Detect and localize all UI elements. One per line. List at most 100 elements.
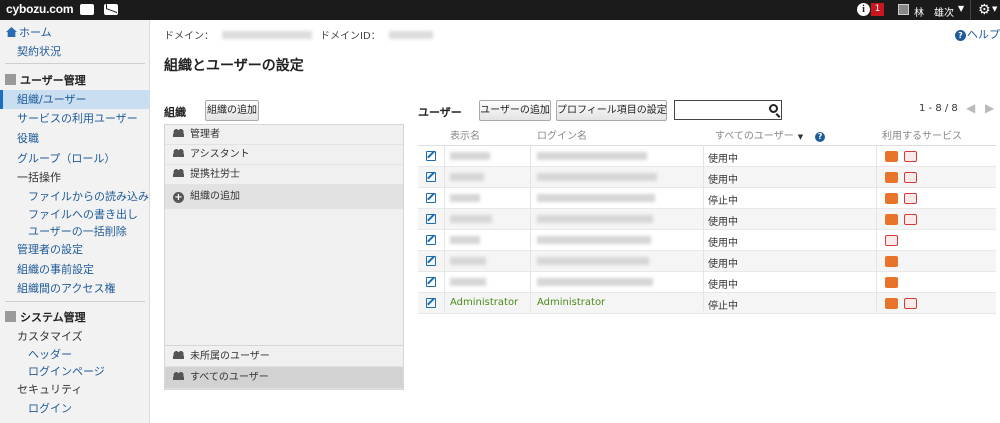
sidebar-item-login-page[interactable]: ログインページ bbox=[28, 363, 178, 379]
edit-icon[interactable] bbox=[426, 214, 436, 224]
sidebar-item-org-users[interactable]: 組織/ユーザー bbox=[0, 90, 150, 109]
edit-icon[interactable] bbox=[426, 256, 436, 266]
pager-count: 1 - 8 / 8 bbox=[919, 103, 958, 114]
sidebar-heading-user-mgmt: ユーザー管理 bbox=[0, 72, 150, 88]
user-icon bbox=[5, 74, 16, 85]
sidebar-item-groups[interactable]: グループ（ロール） bbox=[17, 150, 167, 166]
table-row[interactable]: 使用中 bbox=[418, 230, 996, 251]
help-link[interactable]: ? ヘルプ bbox=[955, 26, 1000, 42]
redacted-login-name bbox=[537, 236, 651, 244]
edit-icon[interactable] bbox=[426, 277, 436, 287]
divider bbox=[5, 63, 145, 64]
org-item-unassigned[interactable]: 未所属のユーザー bbox=[165, 345, 403, 367]
next-page-icon[interactable]: ▶ bbox=[985, 101, 994, 115]
redacted-display-name[interactable] bbox=[450, 152, 490, 160]
sidebar-item-bulk: 一括操作 bbox=[17, 171, 61, 184]
garoon-service-icon bbox=[885, 193, 898, 204]
table-row[interactable]: 使用中 bbox=[418, 209, 996, 230]
status-text: 使用中 bbox=[708, 217, 738, 228]
status-text: 使用中 bbox=[708, 175, 738, 186]
group-icon bbox=[173, 149, 184, 157]
sidebar-item-home[interactable]: ホーム bbox=[6, 24, 156, 40]
edit-icon[interactable] bbox=[426, 298, 436, 308]
user-display-name[interactable]: Administrator bbox=[450, 297, 518, 308]
chevron-down-icon[interactable]: ▼ bbox=[992, 5, 997, 13]
gear-icon[interactable]: ⚙ bbox=[978, 0, 991, 20]
status-text: 停止中 bbox=[708, 301, 738, 312]
redacted-display-name[interactable] bbox=[450, 194, 480, 202]
add-org-button[interactable]: 組織の追加 bbox=[205, 100, 259, 121]
sidebar-item-header[interactable]: ヘッダー bbox=[28, 346, 178, 362]
org-item-all-users[interactable]: すべてのユーザー bbox=[165, 367, 403, 389]
redacted-display-name[interactable] bbox=[450, 215, 492, 223]
garoon-service-icon bbox=[885, 172, 898, 183]
garoon-service-icon bbox=[885, 277, 898, 288]
chevron-down-icon[interactable]: ▼ bbox=[958, 4, 964, 13]
redacted-domain bbox=[222, 31, 312, 39]
redacted-display-name[interactable] bbox=[450, 257, 486, 265]
edit-icon[interactable] bbox=[426, 151, 436, 161]
sidebar-item-export[interactable]: ファイルへの書き出し bbox=[28, 206, 178, 222]
divider bbox=[703, 145, 704, 311]
col-display-name[interactable]: 表示名 bbox=[450, 127, 480, 142]
garoon-service-icon bbox=[885, 298, 898, 309]
table-row[interactable]: 停止中 bbox=[418, 188, 996, 209]
help-icon: ? bbox=[955, 30, 966, 41]
home-icon bbox=[6, 27, 17, 37]
table-row[interactable]: 使用中 bbox=[418, 251, 996, 272]
col-login-name[interactable]: ログイン名 bbox=[537, 127, 587, 142]
cybozu-logo[interactable]: cybozu.com bbox=[6, 2, 74, 16]
domain-info: ドメイン： ドメインID： bbox=[164, 27, 433, 42]
info-icon: i bbox=[857, 3, 870, 16]
org-add-row[interactable]: + 組織の追加 bbox=[165, 185, 403, 209]
sidebar-heading-system-mgmt: システム管理 bbox=[0, 309, 150, 325]
user-name[interactable]: 林 雄次 bbox=[914, 4, 954, 19]
divider bbox=[876, 145, 877, 311]
divider bbox=[530, 145, 531, 311]
sidebar-item-org-access[interactable]: 組織間のアクセス権 bbox=[17, 280, 167, 296]
table-row[interactable]: 使用中 bbox=[418, 272, 996, 293]
add-user-button[interactable]: ユーザーの追加 bbox=[479, 100, 551, 121]
sidebar-item-login[interactable]: ログイン bbox=[28, 400, 178, 416]
sidebar-item-org-presets[interactable]: 組織の事前設定 bbox=[17, 261, 167, 277]
org-item-partner[interactable]: 提携社労士 bbox=[165, 165, 403, 185]
group-icon bbox=[173, 129, 184, 137]
redacted-display-name[interactable] bbox=[450, 278, 486, 286]
edit-icon[interactable] bbox=[426, 235, 436, 245]
redacted-login-name bbox=[537, 257, 649, 265]
redacted-display-name[interactable] bbox=[450, 173, 484, 181]
sidebar-item-service-users[interactable]: サービスの利用ユーザー bbox=[17, 110, 167, 126]
table-row[interactable]: Administrator Administrator 停止中 bbox=[418, 293, 996, 314]
mail-service-icon bbox=[904, 151, 917, 162]
redacted-login-name bbox=[537, 194, 655, 202]
table-row[interactable]: 使用中 bbox=[418, 146, 996, 167]
edit-icon[interactable] bbox=[426, 193, 436, 203]
mail-icon[interactable] bbox=[104, 4, 118, 15]
sidebar-item-admins[interactable]: 管理者の設定 bbox=[17, 241, 167, 257]
search-input[interactable] bbox=[674, 100, 782, 120]
sidebar-item-bulk-delete[interactable]: ユーザーの一括削除 bbox=[28, 223, 178, 239]
sidebar-item-customize: カスタマイズ bbox=[17, 330, 83, 343]
page-title: 組織とユーザーの設定 bbox=[164, 58, 304, 74]
sidebar: ホーム 契約状況 ユーザー管理 組織/ユーザー サービスの利用ユーザー 役職 グ… bbox=[0, 20, 150, 423]
search-icon[interactable] bbox=[769, 104, 778, 113]
redacted-display-name[interactable] bbox=[450, 236, 480, 244]
org-item-admins[interactable]: 管理者 bbox=[165, 125, 403, 145]
sidebar-item-positions[interactable]: 役職 bbox=[17, 130, 167, 146]
user-filter-dropdown[interactable]: すべてのユーザー ▼? bbox=[715, 127, 826, 142]
top-bar: cybozu.com i 1 林 雄次 ▼ ⚙ ▼ bbox=[0, 0, 1000, 20]
sidebar-item-contract[interactable]: 契約状況 bbox=[17, 43, 167, 59]
garoon-service-icon bbox=[885, 151, 898, 162]
bird-icon[interactable] bbox=[80, 4, 94, 15]
prev-page-icon[interactable]: ◀ bbox=[966, 101, 975, 115]
profile-settings-button[interactable]: プロフィール項目の設定 bbox=[556, 100, 667, 121]
edit-icon[interactable] bbox=[426, 172, 436, 182]
plus-icon: + bbox=[173, 192, 184, 203]
org-item-assistant[interactable]: アシスタント bbox=[165, 145, 403, 165]
redacted-login-name bbox=[537, 173, 657, 181]
status-text: 使用中 bbox=[708, 280, 738, 291]
table-row[interactable]: 使用中 bbox=[418, 167, 996, 188]
user-icon bbox=[898, 4, 909, 15]
sidebar-item-import[interactable]: ファイルからの読み込み bbox=[28, 188, 178, 204]
redacted-login-name bbox=[537, 152, 647, 160]
